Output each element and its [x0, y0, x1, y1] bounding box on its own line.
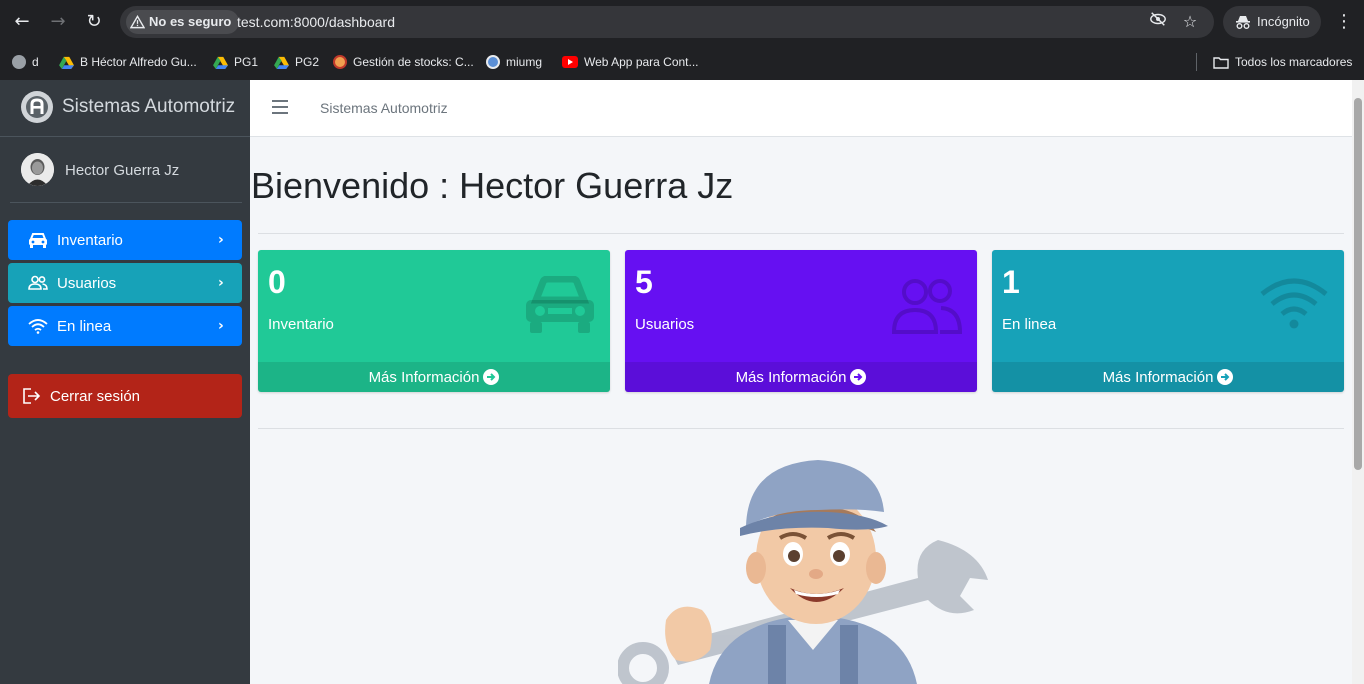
star-icon[interactable]: ☆ — [1178, 10, 1202, 34]
bookmarks-bar: d B Héctor Alfredo Gu... PG1 PG2 Gestión… — [0, 44, 1364, 80]
topbar-title[interactable]: Sistemas Automotriz — [320, 100, 448, 116]
youtube-icon — [562, 56, 578, 68]
reload-icon[interactable]: ↻ — [82, 10, 106, 34]
user-name: Hector Guerra Jz — [65, 162, 180, 179]
incognito-badge[interactable]: Incógnito — [1223, 6, 1321, 38]
more-info-label: Más Información — [735, 368, 847, 386]
browser-toolbar: ← → ↻ No es seguro test.com:8000/dashboa… — [0, 0, 1364, 44]
more-info-label: Más Información — [1102, 368, 1214, 386]
main-content: Sistemas Automotriz Bienvenido : Hector … — [250, 80, 1352, 684]
bookmark-item[interactable]: PG1 — [213, 51, 258, 73]
bookmark-item[interactable]: d — [12, 51, 39, 73]
stat-box-inventario: 0 Inventario Más Información — [258, 250, 610, 392]
sidebar: Sistemas Automotriz Hector Guerra Jz Inv… — [0, 80, 250, 684]
stat-box-en-linea: 1 En linea Más Información — [992, 250, 1344, 392]
car-icon — [28, 232, 50, 248]
site-icon — [486, 55, 500, 69]
more-info-link[interactable]: Más Información — [992, 362, 1344, 392]
users-icon — [891, 276, 963, 339]
bookmark-label: miumg — [506, 55, 543, 69]
stat-value: 5 — [635, 264, 653, 300]
chevron-right-icon: › — [218, 318, 224, 334]
bookmark-item[interactable]: PG2 — [274, 51, 319, 73]
incognito-label: Incógnito — [1257, 14, 1310, 29]
forward-arrow-icon[interactable]: → — [46, 10, 70, 34]
bookmarks-divider — [1196, 53, 1197, 71]
eye-off-icon[interactable] — [1146, 10, 1170, 34]
users-icon — [28, 275, 50, 291]
bookmark-item[interactable]: Web App para Cont... — [562, 51, 699, 73]
google-drive-icon — [59, 56, 74, 69]
sidebar-item-usuarios[interactable]: Usuarios › — [8, 263, 242, 303]
bookmark-label: PG1 — [234, 55, 259, 69]
bookmark-label: PG2 — [295, 55, 320, 69]
security-chip-label: No es seguro — [149, 14, 232, 29]
wifi-icon — [28, 318, 50, 334]
bookmark-label: Gestión de stocks: C... — [353, 55, 474, 69]
bookmark-label: B Héctor Alfredo Gu... — [80, 55, 197, 69]
bookmark-item[interactable]: miumg — [486, 51, 542, 73]
arrow-circle-right-icon — [483, 369, 500, 385]
sidebar-item-label: Usuarios — [57, 274, 117, 292]
top-navbar: Sistemas Automotriz — [250, 80, 1352, 137]
google-drive-icon — [274, 56, 289, 69]
logout-button[interactable]: Cerrar sesión — [8, 374, 242, 418]
google-drive-icon — [213, 56, 228, 69]
security-chip[interactable]: No es seguro — [126, 10, 240, 34]
more-info-link[interactable]: Más Información — [625, 362, 977, 392]
site-icon — [333, 55, 347, 69]
brand-text: Sistemas Automotriz — [62, 96, 236, 117]
page-scrollbar[interactable] — [1352, 80, 1364, 684]
wifi-icon — [1258, 276, 1330, 339]
stat-box-usuarios: 5 Usuarios Más Información — [625, 250, 977, 392]
user-panel[interactable]: Hector Guerra Jz — [10, 137, 242, 203]
bookmark-label: d — [32, 55, 39, 69]
stat-label: Usuarios — [635, 316, 695, 333]
divider — [258, 428, 1344, 429]
arrow-circle-right-icon — [850, 369, 867, 385]
url-text[interactable]: test.com:8000/dashboard — [237, 6, 395, 38]
all-bookmarks-label: Todos los marcadores — [1235, 55, 1353, 69]
address-bar[interactable]: No es seguro test.com:8000/dashboard ☆ — [120, 6, 1214, 38]
car-icon — [524, 275, 596, 339]
sign-out-icon — [22, 387, 42, 405]
chevron-right-icon: › — [218, 232, 224, 248]
logout-label: Cerrar sesión — [50, 387, 141, 405]
bookmark-item[interactable]: B Héctor Alfredo Gu... — [59, 51, 197, 73]
sidebar-item-label: En linea — [57, 317, 112, 335]
more-info-link[interactable]: Más Información — [258, 362, 610, 392]
stat-label: Inventario — [268, 316, 334, 333]
all-bookmarks-button[interactable]: Todos los marcadores — [1213, 51, 1352, 73]
avatar — [21, 153, 54, 186]
divider — [258, 233, 1344, 234]
sidebar-item-label: Inventario — [57, 231, 123, 249]
mechanic-mascot-image — [618, 460, 988, 684]
hamburger-menu-icon[interactable] — [272, 100, 288, 114]
globe-icon — [12, 55, 26, 69]
scrollbar-thumb[interactable] — [1354, 98, 1362, 470]
arrow-circle-right-icon — [1217, 369, 1234, 385]
stat-label: En linea — [1002, 316, 1057, 333]
stat-value: 0 — [268, 264, 286, 300]
more-vert-icon[interactable]: ⋮ — [1332, 10, 1356, 34]
sidebar-item-en-linea[interactable]: En linea › — [8, 306, 242, 346]
sidebar-item-inventario[interactable]: Inventario › — [8, 220, 242, 260]
folder-icon — [1213, 56, 1229, 69]
brand-link[interactable]: Sistemas Automotriz — [0, 80, 250, 137]
bookmark-label: Web App para Cont... — [584, 55, 699, 69]
more-info-label: Más Información — [368, 368, 480, 386]
brand-logo-icon — [21, 91, 53, 123]
warning-icon — [130, 15, 145, 29]
incognito-icon — [1236, 16, 1250, 29]
chevron-right-icon: › — [218, 275, 224, 291]
stat-value: 1 — [1002, 264, 1020, 300]
back-arrow-icon[interactable]: ← — [10, 10, 34, 34]
page-title: Bienvenido : Hector Guerra Jz — [251, 165, 734, 206]
bookmark-item[interactable]: Gestión de stocks: C... — [333, 51, 474, 73]
